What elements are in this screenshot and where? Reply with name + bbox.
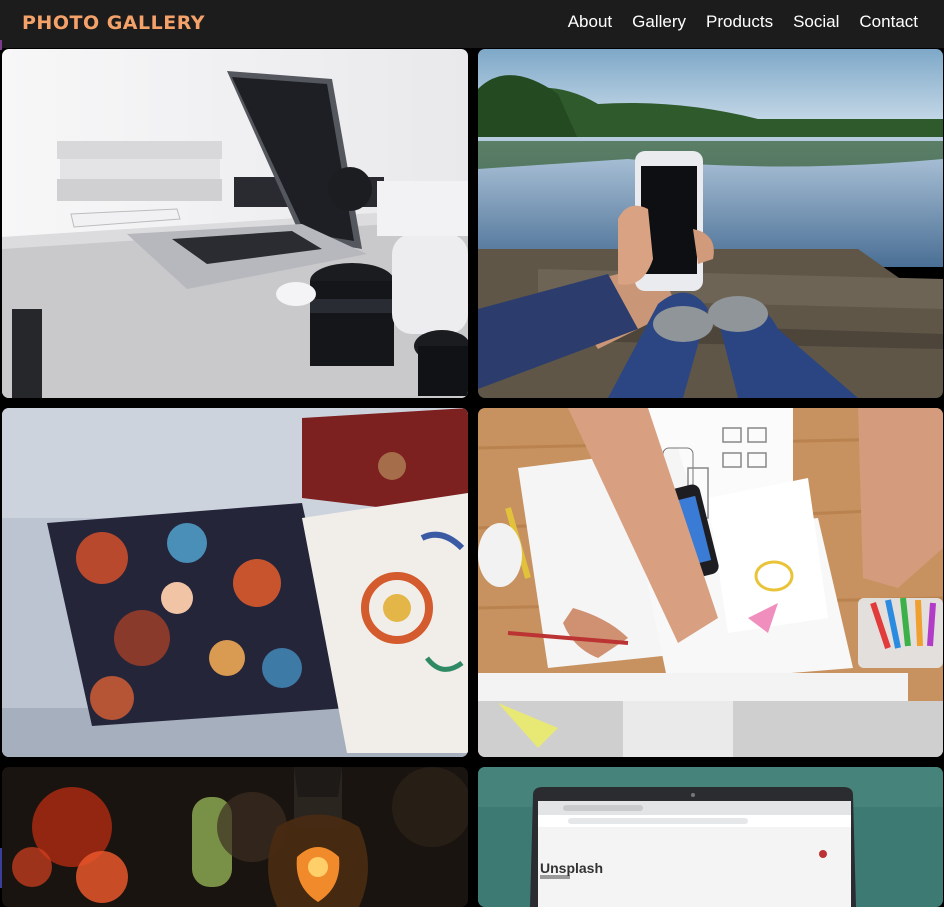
gallery-photo-laptop-unsplash[interactable]: Unsplash (478, 767, 943, 907)
pillows-image (2, 408, 468, 757)
light-bulb-image (2, 767, 468, 907)
navbar: PHOTO GALLERY About Gallery Products Soc… (0, 0, 944, 48)
nav-link-products[interactable]: Products (706, 12, 773, 32)
brand-logo[interactable]: PHOTO GALLERY (22, 12, 205, 34)
design-sketch-image (478, 408, 943, 757)
nav-link-about[interactable]: About (568, 12, 612, 32)
nav-links: About Gallery Products Social Contact (568, 12, 918, 32)
nav-link-social[interactable]: Social (793, 12, 839, 32)
gallery-photo-pillows[interactable] (2, 408, 468, 757)
phone-lake-image (478, 49, 943, 398)
nav-link-contact[interactable]: Contact (859, 12, 918, 32)
gallery-photo-design-sketch[interactable] (478, 408, 943, 757)
unsplash-screen-title: Unsplash (540, 860, 603, 876)
gallery-photo-laptop-desk[interactable] (2, 49, 468, 398)
laptop-desk-image (2, 49, 468, 398)
laptop-unsplash-image: Unsplash (478, 767, 943, 907)
gallery-photo-light-bulb[interactable] (2, 767, 468, 907)
nav-link-gallery[interactable]: Gallery (632, 12, 686, 32)
gallery-photo-phone-lake[interactable] (478, 49, 943, 398)
page-edge-accent (0, 40, 2, 50)
